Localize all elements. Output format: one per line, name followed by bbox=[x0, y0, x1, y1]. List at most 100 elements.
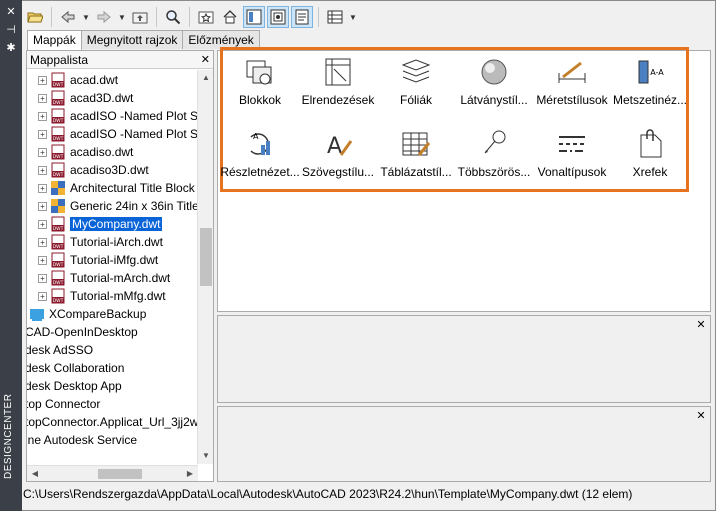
content-item[interactable]: A-A Metszetinéz... bbox=[610, 53, 690, 117]
content-item[interactable]: Méretstílusok bbox=[532, 53, 612, 117]
home-button[interactable] bbox=[219, 6, 241, 28]
views-dropdown[interactable]: ▼ bbox=[348, 6, 358, 28]
content-item[interactable]: A Részletnézet... bbox=[220, 125, 300, 189]
content-area: Blokkok Elrendezések Fóliák Látványstíl... M… bbox=[217, 47, 711, 312]
expand-icon[interactable]: + bbox=[38, 237, 47, 247]
tree-item[interactable]: + DWT Tutorial-mMfg.dwt bbox=[38, 287, 166, 305]
tree-item-label: Generic 24in x 36in Title bbox=[70, 199, 198, 213]
expand-icon[interactable]: + bbox=[38, 291, 47, 301]
auto-hide-icon[interactable]: ⊣ bbox=[5, 24, 17, 36]
tree-title: Mappalista bbox=[30, 52, 89, 67]
close-icon[interactable]: ✕ bbox=[5, 6, 17, 18]
tree-item-label: acadISO -Named Plot S bbox=[70, 109, 198, 123]
expand-icon[interactable]: + bbox=[38, 183, 47, 193]
dwg-file-icon bbox=[50, 198, 66, 214]
svg-text:A: A bbox=[253, 132, 259, 141]
description-close-icon[interactable]: ✕ bbox=[695, 410, 707, 422]
svg-text:DWT: DWT bbox=[53, 100, 64, 106]
scroll-right-icon[interactable]: ▶ bbox=[182, 466, 198, 482]
scroll-down-icon[interactable]: ▼ bbox=[198, 448, 214, 464]
expand-icon[interactable]: + bbox=[38, 129, 47, 139]
load-button[interactable] bbox=[24, 6, 46, 28]
description-toggle-button[interactable] bbox=[291, 6, 313, 28]
preview-close-icon[interactable]: ✕ bbox=[695, 319, 707, 331]
dwt-file-icon: DWT bbox=[50, 126, 66, 142]
tree-item[interactable]: + DWT acad.dwt bbox=[38, 71, 118, 89]
tree-item-label: desk Desktop App bbox=[27, 379, 122, 393]
svg-text:DWT: DWT bbox=[53, 154, 64, 160]
scroll-up-icon[interactable]: ▲ bbox=[198, 70, 214, 86]
content-item[interactable]: Elrendezések bbox=[298, 53, 378, 117]
tree-item[interactable]: desk Desktop App bbox=[27, 377, 122, 395]
content-item-label: Vonaltípusok bbox=[537, 165, 607, 179]
expand-icon[interactable]: + bbox=[38, 273, 47, 283]
tree-item[interactable]: + Architectural Title Block bbox=[38, 179, 195, 197]
expand-icon[interactable]: + bbox=[38, 219, 47, 229]
tree-item[interactable]: + DWT acadiso.dwt bbox=[38, 143, 133, 161]
scroll-thumb[interactable] bbox=[200, 228, 212, 286]
content-item[interactable]: Blokkok bbox=[220, 53, 300, 117]
dimstyles-icon bbox=[558, 61, 586, 83]
expand-icon[interactable]: + bbox=[38, 147, 47, 157]
table-styles-icon bbox=[402, 132, 431, 156]
properties-icon[interactable]: ✱ bbox=[5, 42, 17, 54]
scroll-thumb[interactable] bbox=[98, 469, 142, 479]
expand-icon[interactable]: + bbox=[38, 111, 47, 121]
detail-view-styles-icon: A bbox=[250, 132, 270, 155]
blocks-icon bbox=[246, 60, 272, 85]
tree-item[interactable]: topConnector.Applicat_Url_3jj2w bbox=[27, 413, 198, 431]
back-button[interactable] bbox=[57, 6, 79, 28]
tree-item-label: acadiso.dwt bbox=[70, 145, 134, 159]
content-item[interactable]: Xrefek bbox=[610, 125, 690, 189]
tree-horizontal-scrollbar[interactable]: ◀ ▶ bbox=[27, 465, 198, 481]
tree-item[interactable]: + DWT acadISO -Named Plot S bbox=[38, 107, 198, 125]
tree-item-label: ine Autodesk Service bbox=[27, 433, 138, 447]
tree-item[interactable]: + DWT MyCompany.dwt bbox=[38, 215, 163, 233]
tree-item[interactable]: + DWT acad3D.dwt bbox=[38, 89, 133, 107]
expand-icon[interactable]: + bbox=[38, 75, 47, 85]
tree-item-label: Architectural Title Block bbox=[70, 181, 195, 195]
expand-icon[interactable]: + bbox=[38, 201, 47, 211]
tree-close-icon[interactable]: ✕ bbox=[201, 53, 210, 66]
views-button[interactable] bbox=[324, 6, 346, 28]
tree-item[interactable]: + DWT acadISO -Named Plot S bbox=[38, 125, 198, 143]
tree-item[interactable]: CAD-OpenInDesktop bbox=[27, 323, 138, 341]
tree-item[interactable]: + Generic 24in x 36in Title bbox=[38, 197, 198, 215]
forward-dropdown[interactable]: ▼ bbox=[117, 6, 127, 28]
content-item[interactable]: Többszörös... bbox=[454, 125, 534, 189]
tree-view-toggle-button[interactable] bbox=[243, 6, 265, 28]
tree-item[interactable]: desk AdSSO bbox=[27, 341, 93, 359]
content-item[interactable]: A Szövegstílu... bbox=[298, 125, 378, 189]
tree-vertical-scrollbar[interactable]: ▲ ▼ bbox=[197, 70, 213, 464]
content-item-label: Látványstíl... bbox=[460, 93, 528, 107]
tree-item[interactable]: desk Collaboration bbox=[27, 359, 124, 377]
tree-item[interactable]: + DWT Tutorial-mArch.dwt bbox=[38, 269, 170, 287]
content-item[interactable]: Látványstíl... bbox=[454, 53, 534, 117]
content-item[interactable]: Vonaltípusok bbox=[532, 125, 612, 189]
tree-item[interactable]: ine Autodesk Service bbox=[27, 431, 137, 449]
tree-item[interactable]: + DWT Tutorial-iMfg.dwt bbox=[38, 251, 158, 269]
preview-toggle-button[interactable] bbox=[267, 6, 289, 28]
tree-item[interactable]: + DWT acadiso3D.dwt bbox=[38, 161, 149, 179]
back-dropdown[interactable]: ▼ bbox=[81, 6, 91, 28]
tree-item[interactable]: XCompareBackup bbox=[29, 305, 146, 323]
tree-item[interactable]: top Connector bbox=[27, 395, 100, 413]
dwt-file-icon: DWT bbox=[50, 288, 66, 304]
tree-item-label: top Connector bbox=[27, 397, 101, 411]
tree-list[interactable]: + DWT acad.dwt + DWT acad3D.dwt + DWT acadISO -N… bbox=[27, 70, 198, 464]
favorites-button[interactable] bbox=[195, 6, 217, 28]
content-item[interactable]: Fóliák bbox=[376, 53, 456, 117]
forward-button[interactable] bbox=[93, 6, 115, 28]
expand-icon[interactable]: + bbox=[38, 93, 47, 103]
expand-icon[interactable]: + bbox=[38, 255, 47, 265]
content-item[interactable]: Táblázatstíl... bbox=[376, 125, 456, 189]
toolbar: ▼ ▼ ▼ bbox=[24, 4, 358, 30]
scroll-left-icon[interactable]: ◀ bbox=[27, 466, 43, 482]
tree-item[interactable]: + DWT Tutorial-iArch.dwt bbox=[38, 233, 163, 251]
up-button[interactable] bbox=[129, 6, 151, 28]
content-item-label: Szövegstílu... bbox=[301, 165, 375, 179]
tab-folders[interactable]: Mappák bbox=[27, 30, 82, 50]
tab-open-drawings[interactable]: Megnyitott rajzok bbox=[80, 30, 184, 49]
search-button[interactable] bbox=[162, 6, 184, 28]
expand-icon[interactable]: + bbox=[38, 165, 47, 175]
